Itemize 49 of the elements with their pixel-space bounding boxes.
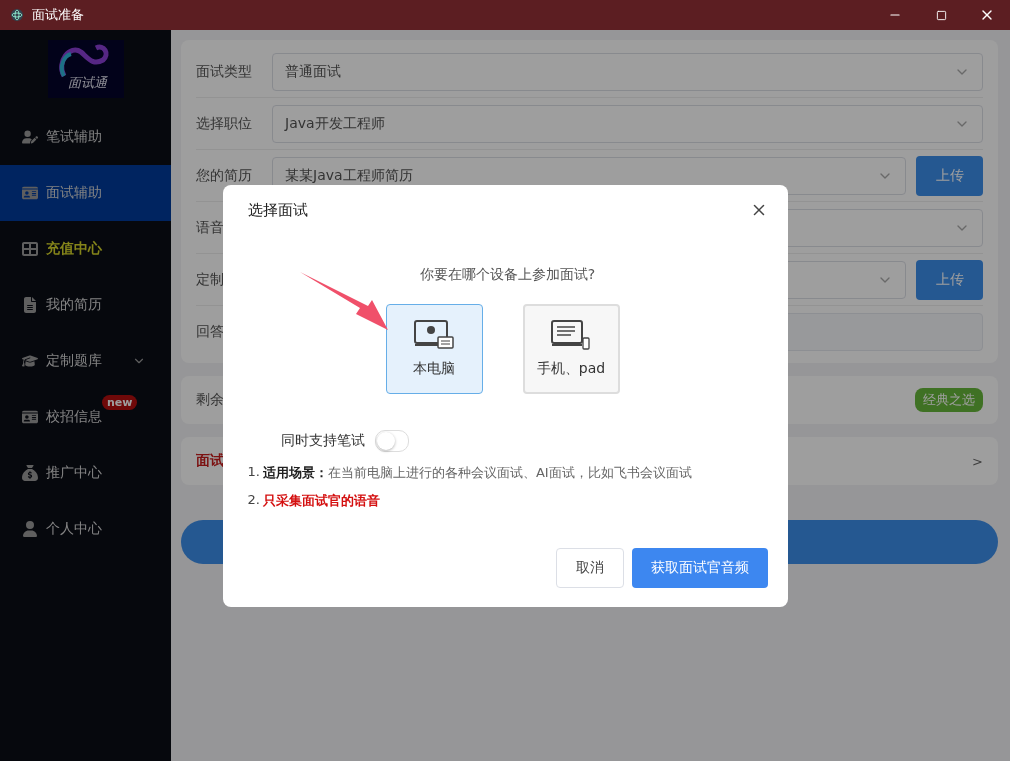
field-label: 剩余: [196, 391, 225, 409]
user-icon: [22, 521, 38, 537]
field-label: 定制: [196, 270, 225, 289]
cancel-button[interactable]: 取消: [555, 547, 624, 588]
select-field[interactable]: 普通面试: [272, 52, 983, 91]
sidebar-item[interactable]: 笔试辅助: [0, 109, 171, 165]
chevron-text: >: [972, 453, 983, 469]
list-number: 2.: [247, 491, 260, 509]
field-label: 语音: [196, 218, 225, 237]
computer-icon: [414, 319, 454, 350]
sidebar-item[interactable]: 定制题库: [0, 333, 171, 389]
monitor-phone-icon: [551, 319, 591, 350]
grid-icon: [22, 241, 38, 257]
toggle-label: 同时支持笔试: [280, 431, 365, 450]
note-text: 适用场景：在当前电脑上进行的各种会议面试、AI面试，比如飞书会议面试: [262, 463, 692, 482]
confirm-button[interactable]: 获取面试官音频: [631, 547, 768, 588]
field-label: 选择职位: [196, 114, 253, 133]
row-label: 面试: [196, 452, 224, 470]
question-text: 你要在哪个设备上参加面试?: [418, 265, 597, 284]
dialog-title: 选择面试: [247, 200, 308, 220]
document-icon: [22, 297, 38, 313]
upload-button[interactable]: 上传: [916, 155, 983, 196]
sidebar-item[interactable]: 面试辅助: [0, 165, 171, 221]
sidebar-item[interactable]: 推广中心: [0, 445, 171, 501]
id-card-icon: [22, 409, 38, 425]
sidebar-item[interactable]: 个人中心: [0, 501, 171, 557]
plan-tag: 经典之选: [915, 388, 983, 412]
field-label: 面试类型: [196, 62, 253, 81]
app-icon: [10, 8, 24, 22]
new-badge: new: [102, 395, 138, 410]
field-label: 回答: [196, 322, 225, 341]
logo: 面试通: [47, 40, 124, 98]
toggle-switch[interactable]: [374, 429, 409, 452]
field-label: 您的简历: [196, 166, 253, 185]
maximize-icon: [935, 9, 947, 21]
select-field[interactable]: Java开发工程师: [272, 104, 983, 143]
list-number: 1.: [247, 463, 260, 481]
money-bag-icon: [22, 465, 38, 481]
device-option[interactable]: 本电脑: [385, 303, 483, 394]
user-pen-icon: [22, 129, 38, 145]
note-text: 只采集面试官的语音: [262, 491, 380, 510]
id-card-icon: [22, 185, 38, 201]
window-title: 面试准备: [32, 6, 85, 24]
sidebar-item[interactable]: 充值中心: [0, 221, 171, 277]
sidebar-item[interactable]: 我的简历: [0, 277, 171, 333]
device-option[interactable]: 手机、pad: [522, 303, 620, 394]
graduation-cap-icon: [22, 353, 38, 369]
sidebar-item[interactable]: 校招信息 new: [0, 389, 171, 445]
upload-button[interactable]: 上传: [916, 259, 983, 300]
